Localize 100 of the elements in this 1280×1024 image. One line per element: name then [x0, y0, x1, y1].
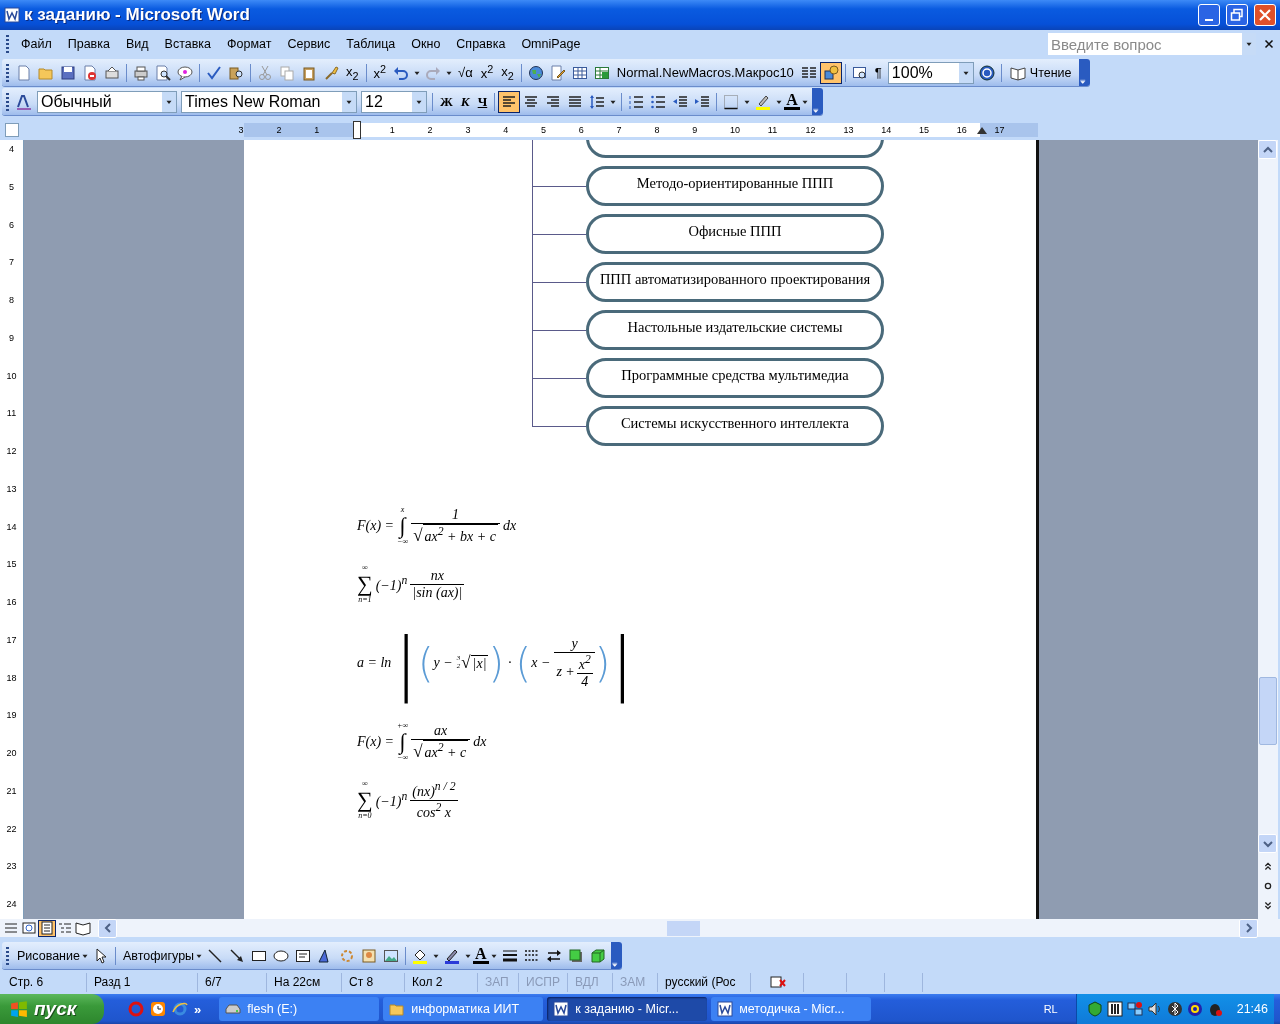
shadow-icon[interactable] [567, 947, 584, 964]
decrease-indent-icon[interactable] [672, 93, 689, 110]
zoom-combo[interactable]: 100% [887, 61, 974, 84]
arrow-icon[interactable] [229, 947, 246, 964]
justify-icon[interactable] [567, 93, 584, 110]
menu-item[interactable]: Окно [403, 35, 449, 53]
table-icon[interactable] [571, 64, 588, 81]
printer-icon[interactable] [133, 64, 149, 81]
taskbar-button[interactable]: к заданию - Micr... [547, 997, 708, 1021]
menu-item[interactable]: OmniPage [513, 35, 589, 53]
line-icon[interactable] [207, 947, 224, 964]
taskbar-button[interactable]: методичка - Micr... [711, 997, 872, 1021]
bullet-list-icon[interactable] [650, 93, 667, 110]
tab-selector[interactable] [5, 123, 19, 137]
highlighter-icon[interactable] [755, 93, 772, 110]
menu-item[interactable]: Правка [59, 35, 118, 53]
bars-icon[interactable] [1106, 1001, 1123, 1017]
checkmark-icon[interactable] [206, 64, 222, 81]
scroll-thumb[interactable] [1259, 677, 1277, 745]
more-button[interactable]: » [194, 1001, 202, 1017]
toolbar-grip[interactable] [6, 946, 9, 965]
menu-item[interactable]: Вставка [156, 35, 220, 53]
save-icon[interactable] [60, 64, 76, 81]
globe-swirl-icon[interactable] [172, 1001, 188, 1017]
toolbar-button[interactable]: Normal.NewMacros.Макрос10 [612, 65, 798, 80]
document-icon[interactable] [16, 64, 32, 81]
clipart-icon[interactable] [361, 947, 378, 964]
align-center-icon[interactable] [523, 93, 540, 110]
clipboard-icon[interactable] [301, 64, 317, 81]
minimize-button[interactable] [1198, 4, 1220, 26]
align-left-icon[interactable] [501, 93, 518, 110]
toolbar-button[interactable]: x$^{2}$ [369, 63, 391, 82]
picture-icon[interactable] [383, 947, 400, 964]
menu-item[interactable]: Файл [13, 35, 60, 53]
autoshapes-menu[interactable]: Автофигуры [118, 948, 195, 963]
page-magnifier-icon[interactable] [851, 64, 868, 81]
arrow-style-icon[interactable] [545, 947, 562, 964]
vertical-scrollbar[interactable] [1258, 140, 1278, 919]
cube-icon[interactable] [589, 947, 606, 964]
line-style-icon[interactable] [501, 947, 518, 964]
language-indicator[interactable]: RL [1029, 1003, 1072, 1015]
book-magnifier-icon[interactable] [228, 64, 244, 81]
close-button[interactable] [1254, 4, 1276, 26]
normal-view-icon[interactable] [3, 920, 19, 936]
font-size-combo[interactable]: 12 [361, 90, 427, 113]
taskbar-button[interactable]: информатика ИИТ [383, 997, 544, 1021]
close-icon[interactable] [1262, 37, 1276, 51]
font-color-button[interactable]: A [784, 93, 800, 110]
toolbar-grip[interactable] [6, 92, 9, 111]
increase-indent-icon[interactable] [694, 93, 711, 110]
font-color-button[interactable]: A [473, 947, 489, 964]
speaker-icon[interactable] [1146, 1001, 1163, 1017]
toolbar-button[interactable]: √α [454, 65, 477, 80]
brush-icon[interactable] [323, 64, 339, 81]
print-layout-icon[interactable] [39, 920, 55, 936]
network-icon[interactable] [1126, 1001, 1143, 1017]
reading-button[interactable]: Чтение [1004, 61, 1077, 84]
italic-button[interactable]: К [456, 93, 474, 110]
pen-icon[interactable] [444, 947, 461, 964]
menu-item[interactable]: Таблица [338, 35, 404, 53]
bold-button[interactable]: Ж [436, 93, 457, 110]
text-box-icon[interactable] [295, 947, 312, 964]
menu-item[interactable]: Сервис [279, 35, 339, 53]
spreadsheet-icon[interactable] [593, 64, 610, 81]
style-combo[interactable]: Обычный [37, 90, 177, 113]
drawing-button[interactable] [819, 61, 842, 84]
style-icon[interactable] [16, 93, 32, 110]
help-search-field[interactable]: Введите вопрос [1048, 33, 1242, 55]
toolbar-button[interactable]: x$^{2}$ [476, 63, 498, 82]
globe-icon[interactable] [527, 64, 544, 81]
horizontal-scrollbar[interactable] [98, 918, 1258, 938]
target-icon[interactable] [1186, 1001, 1203, 1017]
dash-style-icon[interactable] [523, 947, 540, 964]
taskbar-button[interactable]: flesh (E:) [219, 997, 380, 1021]
menu-item[interactable]: Справка [448, 35, 514, 53]
restore-button[interactable] [1226, 4, 1248, 26]
underline-button[interactable]: Ч [473, 93, 492, 110]
toolbar-grip[interactable] [6, 35, 9, 53]
toolbar-button[interactable]: x$_{2}$ [497, 63, 518, 82]
numbered-list-icon[interactable] [628, 93, 645, 110]
align-right-icon[interactable] [545, 93, 562, 110]
magnifier-page-icon[interactable] [155, 64, 171, 81]
indent-marker[interactable] [353, 121, 361, 139]
web-view-icon[interactable] [21, 920, 37, 936]
document-stop-icon[interactable] [82, 64, 98, 81]
menu-item[interactable]: Формат [219, 35, 280, 53]
font-combo[interactable]: Times New Roman [181, 90, 357, 113]
ellipse-icon[interactable] [273, 947, 290, 964]
clock-icon[interactable] [150, 1001, 166, 1017]
toolbar-button[interactable]: x$_{2}$ [342, 63, 363, 82]
toolbar-grip[interactable] [6, 63, 9, 82]
line-spacing-icon[interactable] [589, 93, 606, 110]
paint-bucket-icon[interactable] [412, 947, 429, 964]
bluetooth-icon[interactable] [1166, 1001, 1183, 1017]
help-icon[interactable] [978, 64, 995, 81]
border-icon[interactable] [723, 93, 740, 110]
menu-item[interactable]: Вид [117, 35, 157, 53]
toolbar-button[interactable]: ¶ [870, 65, 886, 80]
envelope-printer-icon[interactable] [104, 64, 120, 81]
pencil-page-icon[interactable] [549, 64, 566, 81]
